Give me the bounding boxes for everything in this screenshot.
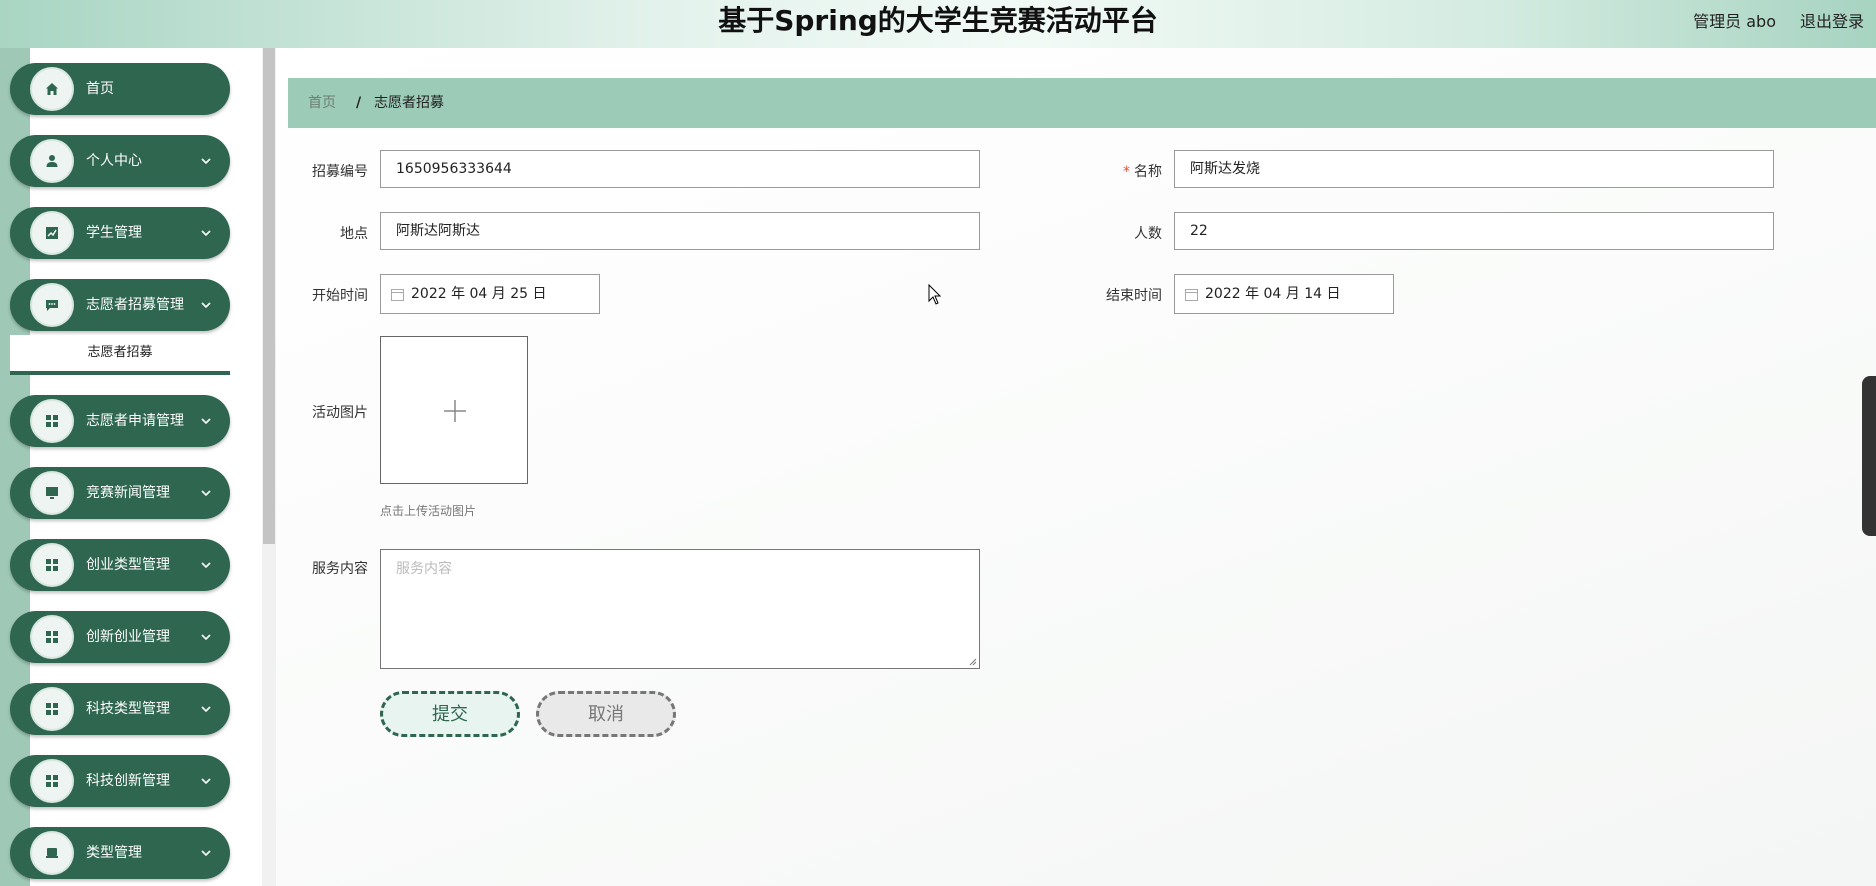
start-time-label: 开始时间 <box>312 288 368 304</box>
sidebar-item-label: 类型管理 <box>86 845 142 861</box>
image-upload-hint: 点击上传活动图片 <box>380 504 477 518</box>
sidebar-item-label: 志愿者申请管理 <box>86 413 184 429</box>
chevron-down-icon <box>201 158 211 165</box>
main-content: 首页 / 志愿者招募 招募编号 1650956333644 * 名称 阿斯达发烧 … <box>276 48 1876 886</box>
sidebar-item-label: 志愿者招募管理 <box>86 297 184 313</box>
chevron-down-icon <box>201 850 211 857</box>
end-date-picker[interactable]: 2022 年 04 月 14 日 <box>1174 274 1394 314</box>
box-icon <box>32 833 72 873</box>
sidebar-item-label: 科技创新管理 <box>86 773 170 789</box>
chevron-down-icon <box>201 562 211 569</box>
grid-icon <box>32 689 72 729</box>
name-label: * 名称 <box>1123 164 1162 180</box>
code-label: 招募编号 <box>312 164 368 180</box>
sidebar-item-tech-innovation[interactable]: 科技创新管理 <box>10 755 230 807</box>
app-title: 基于Spring的大学生竞赛活动平台 <box>718 4 1158 37</box>
sidebar-item-label: 科技类型管理 <box>86 701 170 717</box>
chevron-down-icon <box>201 706 211 713</box>
sidebar-item-tech-type[interactable]: 科技类型管理 <box>10 683 230 735</box>
mouse-cursor-icon <box>928 284 942 305</box>
sidebar-item-label: 竞赛新闻管理 <box>86 485 170 501</box>
submit-button[interactable]: 提交 <box>380 691 520 737</box>
start-date-picker[interactable]: 2022 年 04 月 25 日 <box>380 274 600 314</box>
chevron-down-icon <box>201 418 211 425</box>
plus-icon <box>444 400 466 422</box>
breadcrumb: 首页 / 志愿者招募 <box>288 78 1876 128</box>
sidebar-item-news[interactable]: 竞赛新闻管理 <box>10 467 230 519</box>
user-icon <box>32 141 72 181</box>
sidebar-item-volunteer-apply[interactable]: 志愿者申请管理 <box>10 395 230 447</box>
logout-link[interactable]: 退出登录 <box>1800 8 1864 32</box>
content-placeholder: 服务内容 <box>396 561 452 577</box>
breadcrumb-home[interactable]: 首页 <box>308 78 336 128</box>
grid-icon <box>32 545 72 585</box>
count-input[interactable]: 22 <box>1174 212 1774 250</box>
content-label: 服务内容 <box>312 561 368 577</box>
end-date-value: 2022 年 04 月 14 日 <box>1205 286 1341 302</box>
sidebar-item-label: 首页 <box>86 81 114 97</box>
message-icon <box>32 285 72 325</box>
image-label: 活动图片 <box>312 405 368 421</box>
calendar-icon <box>1185 289 1198 301</box>
sidebar-scrollbar-thumb[interactable] <box>263 48 275 544</box>
name-input[interactable]: 阿斯达发烧 <box>1174 150 1774 188</box>
cancel-button[interactable]: 取消 <box>536 691 676 737</box>
chevron-down-icon <box>201 490 211 497</box>
grid-icon <box>32 761 72 801</box>
monitor-icon <box>32 473 72 513</box>
top-header: 基于Spring的大学生竞赛活动平台 管理员 abo 退出登录 <box>0 0 1876 48</box>
count-label: 人数 <box>1134 226 1162 242</box>
location-label: 地点 <box>340 226 368 242</box>
chevron-down-icon <box>201 634 211 641</box>
content-textarea[interactable]: 服务内容 <box>380 549 980 669</box>
sidebar-item-types[interactable]: 类型管理 <box>10 827 230 879</box>
sidebar-item-innovation[interactable]: 创新创业管理 <box>10 611 230 663</box>
sidebar-item-home[interactable]: 首页 <box>10 63 230 115</box>
breadcrumb-separator: / <box>356 95 362 111</box>
submenu-item-volunteer-recruit[interactable]: 志愿者招募 <box>10 335 230 375</box>
sidebar-item-label: 学生管理 <box>86 225 142 241</box>
location-input[interactable]: 阿斯达阿斯达 <box>380 212 980 250</box>
sidebar-item-volunteer-recruit[interactable]: 志愿者招募管理 <box>10 279 230 331</box>
sidebar-item-students[interactable]: 学生管理 <box>10 207 230 259</box>
calendar-icon <box>391 289 404 301</box>
home-icon <box>32 69 72 109</box>
resize-handle-icon[interactable] <box>967 656 977 666</box>
sidebar-item-label: 创业类型管理 <box>86 557 170 573</box>
sidebar-item-label: 个人中心 <box>86 153 142 169</box>
chevron-down-icon <box>201 302 211 309</box>
image-upload[interactable] <box>380 336 528 484</box>
chart-icon <box>32 213 72 253</box>
sidebar-item-label: 创新创业管理 <box>86 629 170 645</box>
code-input[interactable]: 1650956333644 <box>380 150 980 188</box>
sidebar-item-profile[interactable]: 个人中心 <box>10 135 230 187</box>
start-date-value: 2022 年 04 月 25 日 <box>411 286 547 302</box>
breadcrumb-current: 志愿者招募 <box>374 95 444 111</box>
chevron-down-icon <box>201 230 211 237</box>
grid-icon <box>32 617 72 657</box>
end-time-label: 结束时间 <box>1106 288 1162 304</box>
chevron-down-icon <box>201 778 211 785</box>
sidebar-item-startup-type[interactable]: 创业类型管理 <box>10 539 230 591</box>
user-label: 管理员 abo <box>1693 12 1776 31</box>
side-drawer-tab[interactable] <box>1862 376 1876 536</box>
grid-icon <box>32 401 72 441</box>
